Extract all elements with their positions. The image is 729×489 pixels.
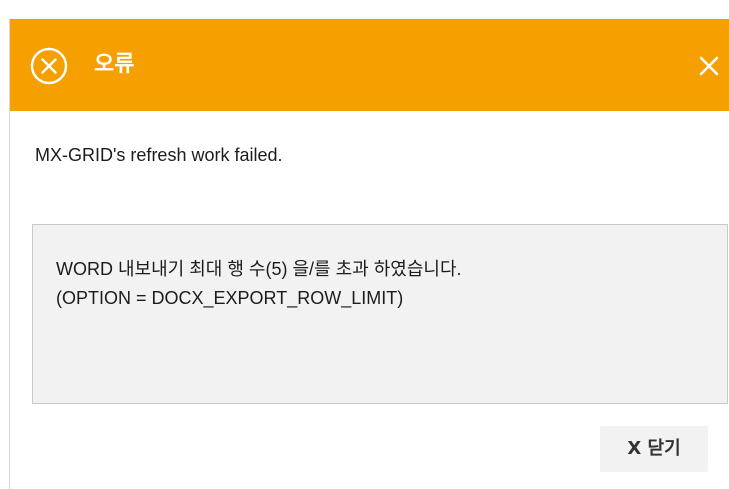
error-detail-box: WORD 내보내기 최대 행 수(5) 을/를 초과 하였습니다. (OPTIO… [32,224,728,404]
error-detail-line: (OPTION = DOCX_EXPORT_ROW_LIMIT) [56,288,404,308]
error-detail-line: WORD 내보내기 최대 행 수(5) 을/를 초과 하였습니다. [56,259,462,279]
dialog-title: 오류 [94,52,135,77]
close-button[interactable]: X 닫기 [600,426,708,472]
error-circle-x-icon [30,47,68,85]
error-message: MX-GRID's refresh work failed. [35,145,283,165]
dialog-titlebar: 오류 [10,19,729,111]
error-dialog: 오류 MX-GRID's refresh work failed. WORD 내… [9,19,729,489]
close-icon[interactable] [698,55,720,77]
